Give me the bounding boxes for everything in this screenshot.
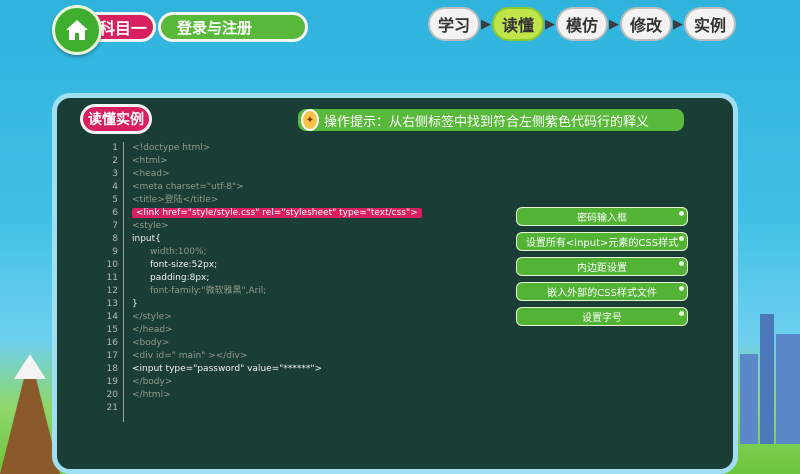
line-number: 12 (106, 286, 118, 296)
line-number: 10 (106, 260, 118, 270)
line-number: 11 (106, 273, 118, 283)
code-line: 8 input{ (104, 233, 422, 246)
option-dot-icon (679, 286, 684, 291)
code-text: font-size:52px; (150, 260, 218, 270)
line-number: 14 (106, 312, 118, 322)
line-number: 16 (106, 338, 118, 348)
option-dot-icon (679, 236, 684, 241)
code-line: 12 font-family:"微软雅黑",Aril; (104, 285, 422, 298)
mountain-snow-decoration (14, 354, 46, 379)
code-text: <meta charset="utf-8"> (132, 182, 244, 192)
code-line: 15 </head> (104, 324, 422, 337)
line-number: 21 (106, 403, 118, 413)
chevron-right-icon: ▶ (545, 16, 555, 32)
line-number: 19 (106, 377, 118, 387)
code-line: 16 <body> (104, 337, 422, 350)
line-number: 8 (112, 234, 118, 244)
option-dot-icon (679, 261, 684, 266)
code-line: 19 </body> (104, 376, 422, 389)
city-skyline-decoration (740, 304, 800, 444)
line-number: 2 (112, 156, 118, 166)
code-line: 2 <html> (104, 155, 422, 168)
code-line: 7 <style> (104, 220, 422, 233)
home-icon (66, 20, 88, 40)
code-text: </html> (132, 390, 171, 400)
line-number: 17 (106, 351, 118, 361)
code-text: padding:8px; (150, 273, 210, 283)
code-line: 13} (104, 298, 422, 311)
line-number: 18 (106, 364, 118, 374)
code-line: 21 (104, 402, 422, 415)
option-label: 设置字号 (582, 313, 622, 324)
code-text: <!doctype html> (132, 143, 211, 153)
code-text: } (132, 299, 138, 309)
code-listing: 1 <!doctype html> 2 <html> 3 <head> 4 <meta cha… (104, 142, 422, 415)
code-line: 14 </style> (104, 311, 422, 324)
step-navigation: 学习 ▶ 读懂 ▶ 模仿 ▶ 修改 ▶ 实例 (428, 7, 736, 41)
option-padding[interactable]: 内边距设置 (516, 257, 688, 276)
option-label: 内边距设置 (577, 263, 627, 274)
code-line: 10 font-size:52px; (104, 259, 422, 272)
nav-tab-read[interactable]: 读懂 (492, 7, 544, 41)
code-text: <input type="password" value="******"> (132, 364, 323, 374)
option-label: 设置所有<input>元素的CSS样式 (525, 238, 679, 249)
option-font-size[interactable]: 设置字号 (516, 307, 688, 326)
option-password-input[interactable]: 密码输入框 (516, 207, 688, 226)
home-button[interactable] (52, 5, 102, 55)
code-text: </style> (132, 312, 172, 322)
option-dot-icon (679, 211, 684, 216)
option-external-css[interactable]: 嵌入外部的CSS样式文件 (516, 282, 688, 301)
option-label: 密码输入框 (577, 213, 627, 224)
code-text: <style> (132, 221, 169, 231)
option-input-css-style[interactable]: 设置所有<input>元素的CSS样式 (516, 232, 688, 251)
line-number: 9 (112, 247, 118, 257)
lightbulb-icon: ✦ (301, 109, 319, 131)
section-badge: 读懂实例 (80, 104, 152, 134)
line-number: 4 (112, 182, 118, 192)
nav-tab-example[interactable]: 实例 (684, 7, 736, 41)
chevron-right-icon: ▶ (609, 16, 619, 32)
code-line: 1 <!doctype html> (104, 142, 422, 155)
chevron-right-icon: ▶ (481, 16, 491, 32)
code-line: 6 <link href="style/style.css" rel="style… (104, 207, 422, 220)
option-list: 密码输入框 设置所有<input>元素的CSS样式 内边距设置 嵌入外部的CSS… (516, 207, 688, 332)
highlighted-code-text: <link href="style/style.css" rel="styles… (132, 208, 422, 218)
code-text: <title>登陆</title> (132, 195, 219, 205)
code-text: </head> (132, 325, 173, 335)
code-text: font-family:"微软雅黑",Aril; (150, 286, 267, 296)
code-line: 4 <meta charset="utf-8"> (104, 181, 422, 194)
code-text: input{ (132, 234, 161, 244)
line-number: 6 (112, 208, 118, 218)
line-number: 1 (112, 143, 118, 153)
code-line: 11 padding:8px; (104, 272, 422, 285)
line-number: 20 (106, 390, 118, 400)
code-text: <div id=" main" ></div> (132, 351, 248, 361)
code-line: 20 </html> (104, 389, 422, 402)
nav-tab-modify[interactable]: 修改 (620, 7, 672, 41)
line-number: 5 (112, 195, 118, 205)
chevron-right-icon: ▶ (673, 16, 683, 32)
code-text: </body> (132, 377, 173, 387)
code-text: <body> (132, 338, 170, 348)
line-number: 3 (112, 169, 118, 179)
code-text: <html> (132, 156, 168, 166)
code-text: width:100%; (150, 247, 207, 257)
option-label: 嵌入外部的CSS样式文件 (547, 288, 657, 299)
code-line: 3 <head> (104, 168, 422, 181)
code-line: 17 <div id=" main" ></div> (104, 350, 422, 363)
code-line: 18 <input type="password" value="******"> (104, 363, 422, 376)
nav-tab-learn[interactable]: 学习 (428, 7, 480, 41)
code-line: 9 width:100%; (104, 246, 422, 259)
line-number: 13 (106, 299, 118, 309)
line-number: 15 (106, 325, 118, 335)
page-title: 登录与注册 (158, 12, 308, 42)
line-number: 7 (112, 221, 118, 231)
option-dot-icon (679, 311, 684, 316)
operation-hint: 操作提示：从右侧标签中找到符合左侧紫色代码行的释义 (298, 109, 684, 131)
code-text: <head> (132, 169, 170, 179)
code-line: 5 <title>登陆</title> (104, 194, 422, 207)
nav-tab-imitate[interactable]: 模仿 (556, 7, 608, 41)
